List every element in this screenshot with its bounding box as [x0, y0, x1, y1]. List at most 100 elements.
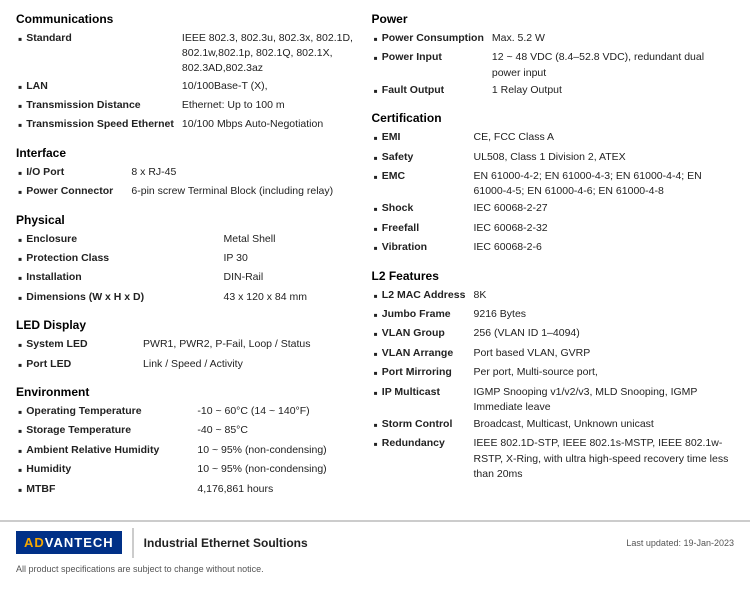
label: Storage Temperature — [26, 423, 131, 438]
label: Storm Control — [382, 417, 453, 432]
footer-divider — [132, 528, 134, 558]
value: 1 Relay Output — [490, 82, 734, 101]
footer-left: ADVANTECH Industrial Ethernet Soultions — [16, 528, 308, 558]
value: PWR1, PWR2, P-Fail, Loop / Status — [141, 336, 355, 355]
label: Humidity — [26, 462, 71, 477]
footer-bottom: Last updated: 19-Jan-2023 — [626, 538, 734, 548]
table-row: ▪ Installation DIN-Rail — [16, 269, 356, 288]
table-row: ▪MTBF 4,176,861 hours — [16, 481, 356, 500]
bullet-icon: ▪ — [18, 79, 22, 96]
bullet-icon: ▪ — [374, 346, 378, 363]
l2features-table: ▪L2 MAC Address 8K ▪Jumbo Frame 9216 Byt… — [372, 287, 734, 483]
label: Shock — [382, 201, 414, 216]
bullet-icon: ▪ — [374, 201, 378, 218]
certification-table: ▪EMI CE, FCC Class A ▪ Safety UL508, Clas… — [372, 129, 734, 258]
value: IGMP Snooping v1/v2/v3, MLD Snooping, IG… — [472, 384, 734, 416]
label: Transmission Distance — [26, 98, 140, 113]
bullet-icon: ▪ — [374, 240, 378, 257]
label: Power Connector — [26, 184, 113, 199]
table-row: ▪Storage Temperature -40 ~ 85°C — [16, 422, 356, 441]
value: IEEE 802.1D-STP, IEEE 802.1s-MSTP, IEEE … — [472, 435, 734, 483]
table-row: ▪EMI CE, FCC Class A — [372, 129, 734, 148]
table-row: ▪Redundancy IEEE 802.1D-STP, IEEE 802.1s… — [372, 435, 734, 483]
label: LAN — [26, 79, 48, 94]
bullet-icon: ▪ — [374, 150, 378, 167]
value: 8K — [472, 287, 734, 306]
bullet-icon: ▪ — [18, 165, 22, 182]
right-column: Power ▪Power Consumption Max. 5.2 W ▪Pow… — [366, 12, 734, 502]
environment-table: ▪Operating Temperature -10 ~ 60°C (14 ~ … — [16, 403, 356, 500]
label: Redundancy — [382, 436, 445, 451]
left-column: Communications ▪Standard IEEE 802.3, 802… — [16, 12, 366, 502]
label: Safety — [382, 150, 414, 165]
brand-logo: ADVANTECH — [16, 531, 122, 554]
interface-table: ▪I/O Port 8 x RJ-45 ▪Power Connector 6-p… — [16, 164, 356, 203]
bullet-icon: ▪ — [374, 365, 378, 382]
bullet-icon: ▪ — [18, 482, 22, 499]
table-row: ▪ Safety UL508, Class 1 Division 2, ATEX — [372, 149, 734, 168]
table-row: ▪Protection Class IP 30 — [16, 250, 356, 269]
value: 43 x 120 x 84 mm — [222, 289, 356, 308]
value: IP 30 — [222, 250, 356, 269]
bullet-icon: ▪ — [18, 337, 22, 354]
value: IEC 60068-2-27 — [472, 200, 734, 219]
bullet-icon: ▪ — [18, 404, 22, 421]
bullet-icon: ▪ — [18, 270, 22, 287]
bullet-icon: ▪ — [374, 385, 378, 402]
value: 10/100 Mbps Auto-Negotiation — [180, 116, 356, 135]
table-row: ▪Port Mirroring Per port, Multi-source p… — [372, 364, 734, 383]
table-row: ▪I/O Port 8 x RJ-45 — [16, 164, 356, 183]
footer-date: Last updated: 19-Jan-2023 — [626, 538, 734, 548]
label: Dimensions (W x H x D) — [26, 290, 144, 305]
table-row: ▪Port LED Link / Speed / Activity — [16, 356, 356, 375]
table-row: ▪ Shock IEC 60068-2-27 — [372, 200, 734, 219]
label: Freefall — [382, 221, 419, 236]
environment-title: Environment — [16, 385, 356, 399]
label: Installation — [26, 270, 81, 285]
value: 10 ~ 95% (non-condensing) — [195, 442, 355, 461]
bullet-icon: ▪ — [374, 288, 378, 305]
label: I/O Port — [26, 165, 64, 180]
table-row: ▪Dimensions (W x H x D) 43 x 120 x 84 mm — [16, 289, 356, 308]
label: Enclosure — [26, 232, 77, 247]
power-table: ▪Power Consumption Max. 5.2 W ▪Power Inp… — [372, 30, 734, 101]
l2features-title: L2 Features — [372, 269, 734, 283]
footer-note: All product specifications are subject t… — [0, 564, 750, 578]
value: IEC 60068-2-6 — [472, 239, 734, 258]
bullet-icon: ▪ — [18, 232, 22, 249]
label: Power Input — [382, 50, 442, 65]
table-row: ▪Vibration IEC 60068-2-6 — [372, 239, 734, 258]
physical-table: ▪Enclosure Metal Shell ▪Protection Class… — [16, 231, 356, 309]
table-row: ▪Transmission Distance Ethernet: Up to 1… — [16, 97, 356, 116]
table-row: ▪VLAN Group 256 (VLAN ID 1–4094) — [372, 325, 734, 344]
value: Link / Speed / Activity — [141, 356, 355, 375]
label: VLAN Group — [382, 326, 445, 341]
value: CE, FCC Class A — [472, 129, 734, 148]
value: Max. 5.2 W — [490, 30, 734, 49]
value: 10 ~ 95% (non-condensing) — [195, 461, 355, 480]
bullet-icon: ▪ — [374, 169, 378, 186]
power-title: Power — [372, 12, 734, 26]
label: Port LED — [26, 357, 71, 372]
brand-ad: AD — [24, 535, 45, 550]
bullet-icon: ▪ — [18, 184, 22, 201]
table-row: ▪LAN 10/100Base-T (X), — [16, 78, 356, 97]
value: 256 (VLAN ID 1–4094) — [472, 325, 734, 344]
label: Fault Output — [382, 83, 444, 98]
bullet-icon: ▪ — [18, 31, 22, 48]
table-row: ▪Jumbo Frame 9216 Bytes — [372, 306, 734, 325]
table-row: ▪Transmission Speed Ethernet 10/100 Mbps… — [16, 116, 356, 135]
bullet-icon: ▪ — [374, 307, 378, 324]
table-row: ▪Storm Control Broadcast, Multicast, Unk… — [372, 416, 734, 435]
communications-table: ▪Standard IEEE 802.3, 802.3u, 802.3x, 80… — [16, 30, 356, 136]
value: UL508, Class 1 Division 2, ATEX — [472, 149, 734, 168]
bullet-icon: ▪ — [374, 130, 378, 147]
label: Ambient Relative Humidity — [26, 443, 159, 458]
value: -10 ~ 60°C (14 ~ 140°F) — [195, 403, 355, 422]
value: 4,176,861 hours — [195, 481, 355, 500]
value: DIN-Rail — [222, 269, 356, 288]
label: Standard — [26, 31, 72, 46]
label: Transmission Speed Ethernet — [26, 117, 174, 132]
label: Port Mirroring — [382, 365, 452, 380]
led-title: LED Display — [16, 318, 356, 332]
